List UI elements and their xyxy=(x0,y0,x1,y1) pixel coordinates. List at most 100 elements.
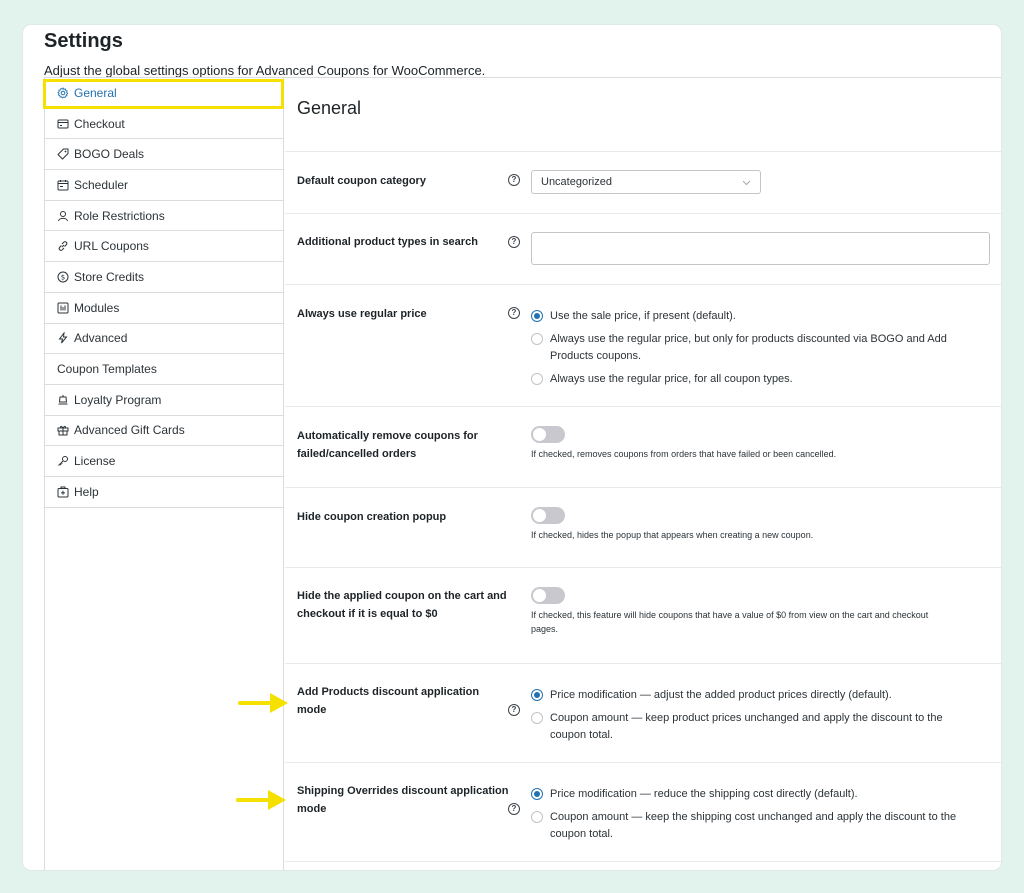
sidebar-item-checkout[interactable]: Checkout xyxy=(45,109,283,140)
sidebar-item-label: Checkout xyxy=(74,116,125,131)
sidebar-item-bogo-deals[interactable]: BOGO Deals xyxy=(45,139,283,171)
modules-icon xyxy=(57,302,69,314)
radio-button[interactable] xyxy=(531,373,543,385)
sidebar-item-coupon-templates[interactable]: Coupon Templates xyxy=(45,354,283,385)
radio-label: Price modification — reduce the shipping… xyxy=(550,788,858,800)
page-description: Adjust the global settings options for A… xyxy=(44,63,486,78)
sidebar-item-label: Help xyxy=(74,484,99,499)
sidebar-item-label: Advanced xyxy=(74,331,128,346)
radio-button[interactable] xyxy=(531,712,543,724)
setting-label: Default coupon category xyxy=(297,175,426,187)
additional-types-input[interactable] xyxy=(531,232,990,265)
setting-label: Shipping Overrides discount application … xyxy=(297,785,509,815)
sidebar-item-modules[interactable]: Modules xyxy=(45,293,283,324)
sidebar-item-label: General xyxy=(74,85,117,100)
radio-button[interactable] xyxy=(531,811,543,823)
radio-button[interactable] xyxy=(531,689,543,701)
lightning-icon xyxy=(57,332,69,344)
shipping-mode-radio-group: Price modification — reduce the shipping… xyxy=(531,786,961,849)
calendar-icon xyxy=(57,179,69,191)
radio-option[interactable]: Price modification — reduce the shipping… xyxy=(531,786,961,803)
settings-sidebar: General Checkout BOGO Deals Scheduler Ro… xyxy=(44,78,284,870)
sidebar-item-url-coupons[interactable]: URL Coupons xyxy=(45,231,283,263)
svg-text:$: $ xyxy=(61,273,65,281)
radio-button[interactable] xyxy=(531,333,543,345)
gear-icon xyxy=(57,86,69,99)
sidebar-item-advanced[interactable]: Advanced xyxy=(45,324,283,355)
sidebar-item-general[interactable]: General xyxy=(45,78,283,109)
sidebar-item-scheduler[interactable]: Scheduler xyxy=(45,170,283,201)
radio-option[interactable]: Coupon amount — keep the shipping cost u… xyxy=(531,809,961,843)
setting-row-shipping-mode: Shipping Overrides discount application … xyxy=(285,762,1001,861)
setting-row-default-category: Default coupon category ? Uncategorized xyxy=(285,151,1001,213)
dollar-icon: $ xyxy=(57,271,69,283)
setting-row-regular-price: Always use regular price ? Use the sale … xyxy=(285,284,1001,406)
radio-label: Always use the regular price, for all co… xyxy=(550,373,793,385)
gift-icon xyxy=(57,424,69,436)
sidebar-item-label: Coupon Templates xyxy=(57,362,157,377)
radio-label: Coupon amount — keep product prices unch… xyxy=(550,712,943,741)
sidebar-item-license[interactable]: License xyxy=(45,446,283,477)
help-tooltip-icon[interactable]: ? xyxy=(508,174,520,186)
tag-icon xyxy=(57,148,69,160)
checkout-icon xyxy=(57,118,69,130)
sidebar-item-store-credits[interactable]: $ Store Credits xyxy=(45,262,283,293)
row-divider xyxy=(285,861,1001,862)
setting-row-additional-types: Additional product types in search ? xyxy=(285,213,1001,284)
help-box-icon xyxy=(57,486,69,498)
setting-label: Hide the applied coupon on the cart and … xyxy=(297,590,507,620)
setting-description: If checked, hides the popup that appears… xyxy=(531,530,814,540)
radio-label: Use the sale price, if present (default)… xyxy=(550,310,736,322)
sidebar-item-label: Advanced Gift Cards xyxy=(74,423,185,438)
auto-remove-toggle[interactable] xyxy=(531,426,565,443)
sidebar-item-label: Scheduler xyxy=(74,177,129,192)
radio-label: Price modification — adjust the added pr… xyxy=(550,689,892,701)
sidebar-item-role-restrictions[interactable]: Role Restrictions xyxy=(45,201,283,232)
hide-popup-toggle[interactable] xyxy=(531,507,565,524)
key-icon xyxy=(57,455,69,467)
radio-option[interactable]: Always use the regular price, but only f… xyxy=(531,331,951,365)
settings-main: General Default coupon category ? Uncate… xyxy=(285,78,1001,870)
page-title: Settings xyxy=(44,30,123,52)
radio-option[interactable]: Coupon amount — keep product prices unch… xyxy=(531,710,981,744)
sidebar-item-advanced-gift-cards[interactable]: Advanced Gift Cards xyxy=(45,416,283,447)
setting-description: If checked, this feature will hide coupo… xyxy=(531,610,929,634)
add-products-radio-group: Price modification — adjust the added pr… xyxy=(531,687,981,750)
sidebar-nav: General Checkout BOGO Deals Scheduler Ro… xyxy=(45,78,283,508)
loyalty-icon xyxy=(57,394,69,406)
radio-button[interactable] xyxy=(531,788,543,800)
sidebar-item-label: Store Credits xyxy=(74,269,145,284)
help-tooltip-icon[interactable]: ? xyxy=(508,803,520,815)
sidebar-item-help[interactable]: Help xyxy=(45,477,283,508)
sidebar-item-loyalty-program[interactable]: Loyalty Program xyxy=(45,385,283,416)
user-icon xyxy=(57,210,69,222)
sidebar-item-label: Role Restrictions xyxy=(74,208,165,223)
setting-row-hide-zero: Hide the applied coupon on the cart and … xyxy=(285,567,1001,663)
setting-label: Hide coupon creation popup xyxy=(297,511,447,523)
setting-label: Add Products discount application mode xyxy=(297,686,480,716)
help-tooltip-icon[interactable]: ? xyxy=(508,704,520,716)
setting-row-auto-remove: Automatically remove coupons for failed/… xyxy=(285,406,1001,487)
chevron-down-icon xyxy=(742,180,751,186)
radio-option[interactable]: Use the sale price, if present (default)… xyxy=(531,308,951,325)
regular-price-radio-group: Use the sale price, if present (default)… xyxy=(531,308,951,394)
setting-row-hide-popup: Hide coupon creation popup If checked, h… xyxy=(285,487,1001,567)
setting-label: Automatically remove coupons for failed/… xyxy=(297,430,478,460)
radio-option[interactable]: Price modification — adjust the added pr… xyxy=(531,687,981,704)
radio-button[interactable] xyxy=(531,310,543,322)
help-tooltip-icon[interactable]: ? xyxy=(508,307,520,319)
sidebar-item-label: Loyalty Program xyxy=(74,392,162,407)
sidebar-item-label: URL Coupons xyxy=(74,239,149,254)
radio-option[interactable]: Always use the regular price, for all co… xyxy=(531,371,951,388)
hide-zero-toggle[interactable] xyxy=(531,587,565,604)
default-category-select[interactable]: Uncategorized xyxy=(531,170,761,194)
setting-label: Always use regular price xyxy=(297,308,427,320)
select-value: Uncategorized xyxy=(541,176,612,188)
radio-label: Always use the regular price, but only f… xyxy=(550,333,947,362)
help-tooltip-icon[interactable]: ? xyxy=(508,236,520,248)
arrow-annotation-icon xyxy=(236,790,286,810)
sidebar-item-label: BOGO Deals xyxy=(74,147,145,162)
setting-label: Additional product types in search xyxy=(297,236,478,248)
sidebar-item-label: License xyxy=(74,454,116,469)
section-title: General xyxy=(297,98,362,118)
